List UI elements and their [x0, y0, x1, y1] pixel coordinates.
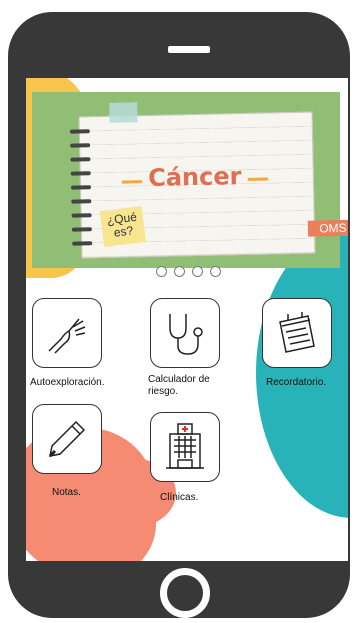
carousel-dot[interactable] — [210, 266, 221, 277]
carousel-dot[interactable] — [174, 266, 185, 277]
carousel-dot[interactable] — [156, 266, 167, 277]
stethoscope-icon — [169, 314, 203, 355]
hand-icon — [48, 318, 86, 354]
oms-badge: OMS — [307, 219, 348, 237]
phone-speaker — [168, 46, 210, 53]
recordatorio-button[interactable] — [262, 298, 332, 368]
cancer-info-banner[interactable]: Cáncer ¿Qué es? OMS — [32, 92, 348, 268]
carousel-indicator[interactable] — [156, 266, 221, 277]
teal-blob-decoration — [256, 228, 348, 518]
carousel-dot[interactable] — [192, 266, 203, 277]
clinicas-label: Clínicas. — [160, 492, 199, 503]
recordatorio-label: Recordatorio. — [266, 377, 327, 388]
autoexploracion-button[interactable] — [32, 298, 102, 368]
banner-title: Cáncer — [147, 162, 242, 193]
notas-button[interactable] — [32, 404, 102, 474]
home-button[interactable] — [160, 568, 210, 618]
app-screen: Cáncer ¿Qué es? OMS Autoexploración. Cal… — [26, 78, 348, 561]
autoexploracion-label: Autoexploración. — [30, 377, 105, 388]
sticky-note: ¿Qué es? — [99, 206, 146, 248]
notas-label: Notas. — [52, 487, 81, 498]
notebook-illustration: Cáncer ¿Qué es? OMS — [69, 102, 348, 259]
calculador-riesgo-button[interactable] — [150, 298, 220, 368]
clinicas-button[interactable] — [150, 412, 220, 482]
calendar-icon — [279, 312, 315, 353]
calculador-riesgo-label: Calculador de riesgo. — [148, 374, 210, 397]
hospital-icon — [166, 423, 204, 469]
pencil-icon — [48, 420, 86, 458]
